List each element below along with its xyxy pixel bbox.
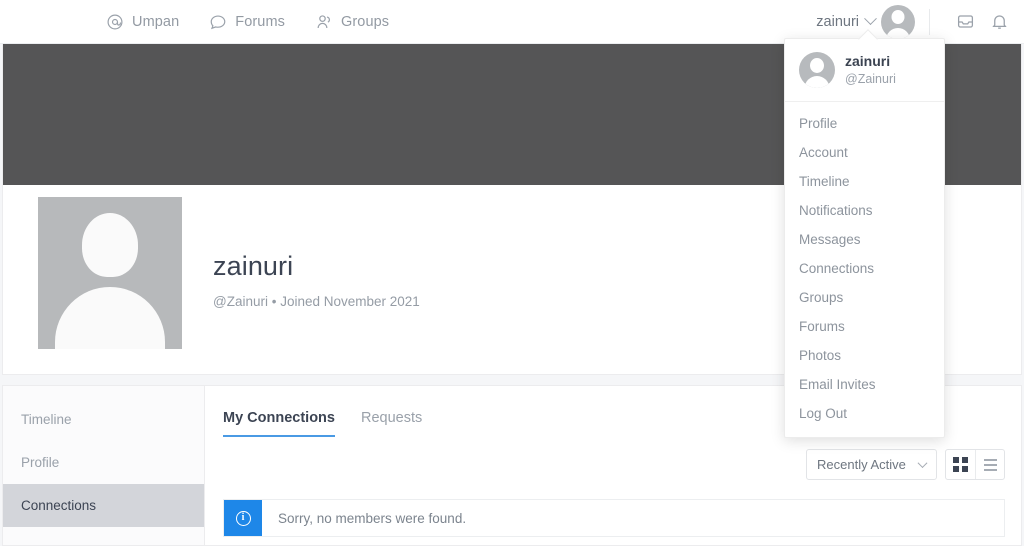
empty-state-message: Sorry, no members were found. <box>278 510 467 526</box>
sort-select-value: Recently Active <box>817 457 906 472</box>
dropdown-item-photos[interactable]: Photos <box>785 341 944 370</box>
avatar-body <box>804 76 830 88</box>
user-dropdown-menu: zainuri @Zainuri Profile Account Timelin… <box>784 29 945 438</box>
nav-divider <box>929 8 930 35</box>
list-icon <box>983 458 997 471</box>
profile-sidebar-nav: Timeline Profile Connections <box>3 386 205 545</box>
sidebar-item-timeline[interactable]: Timeline <box>3 398 204 441</box>
dropdown-item-notifications[interactable]: Notifications <box>785 196 944 225</box>
dropdown-header[interactable]: zainuri @Zainuri <box>785 39 944 102</box>
grid-icon <box>953 457 968 472</box>
profile-subtitle: @Zainuri • Joined November 2021 <box>213 294 420 309</box>
nav-item-groups[interactable]: Groups <box>315 13 389 31</box>
avatar[interactable] <box>881 4 915 39</box>
dropdown-item-groups[interactable]: Groups <box>785 283 944 312</box>
avatar-body <box>55 287 165 349</box>
tab-requests[interactable]: Requests <box>361 410 422 437</box>
info-icon: i <box>224 500 262 536</box>
avatar-head <box>810 58 824 73</box>
dropdown-item-timeline[interactable]: Timeline <box>785 167 944 196</box>
list-view-button[interactable] <box>975 450 1004 479</box>
page-root: Umpan Forums Groups zainuri zainuri @Zai… <box>0 0 1024 546</box>
dropdown-item-log-out[interactable]: Log Out <box>785 399 944 428</box>
avatar-body <box>886 27 910 39</box>
view-toggle-group <box>945 449 1005 480</box>
primary-nav: Umpan Forums Groups <box>106 13 389 31</box>
dropdown-item-email-invites[interactable]: Email Invites <box>785 370 944 399</box>
chevron-down-icon <box>917 458 928 469</box>
inbox-icon[interactable] <box>952 9 978 35</box>
nav-item-label: Umpan <box>132 13 180 30</box>
user-menu-username: zainuri <box>816 13 859 30</box>
chevron-down-icon <box>864 12 877 26</box>
sidebar-item-profile[interactable]: Profile <box>3 441 204 484</box>
nav-item-umpan[interactable]: Umpan <box>106 13 179 31</box>
nav-item-label: Groups <box>341 13 390 30</box>
page-title: zainuri <box>213 251 294 281</box>
nav-item-label: Forums <box>235 13 285 30</box>
nav-item-forums[interactable]: Forums <box>209 13 285 31</box>
bell-icon[interactable] <box>986 9 1012 35</box>
profile-avatar[interactable] <box>33 192 187 354</box>
people-icon <box>315 13 333 31</box>
user-menu-trigger[interactable]: zainuri <box>816 12 881 30</box>
sidebar-item-connections[interactable]: Connections <box>3 484 204 527</box>
dropdown-username: zainuri <box>845 53 891 70</box>
at-circle-icon <box>106 13 124 31</box>
grid-view-button[interactable] <box>946 450 975 479</box>
avatar-head <box>891 9 905 24</box>
avatar <box>799 52 835 88</box>
dropdown-handle: @Zainuri <box>845 72 896 86</box>
dropdown-items: Profile Account Timeline Notifications M… <box>785 102 944 437</box>
nav-right-cluster: zainuri <box>816 0 1024 44</box>
dropdown-item-profile[interactable]: Profile <box>785 109 944 138</box>
sort-select[interactable]: Recently Active <box>806 449 937 480</box>
dropdown-item-account[interactable]: Account <box>785 138 944 167</box>
info-icon-symbol: i <box>235 510 251 526</box>
avatar-head <box>82 213 138 277</box>
profile-meta: zainuri @Zainuri • Joined November 2021 <box>213 251 420 309</box>
dropdown-item-forums[interactable]: Forums <box>785 312 944 341</box>
list-toolbar: Recently Active <box>806 449 1005 480</box>
chat-bubble-icon <box>209 13 227 31</box>
dropdown-item-connections[interactable]: Connections <box>785 254 944 283</box>
tab-my-connections[interactable]: My Connections <box>223 410 335 437</box>
dropdown-item-messages[interactable]: Messages <box>785 225 944 254</box>
empty-state-notice: i Sorry, no members were found. <box>223 499 1005 537</box>
dropdown-identity: zainuri @Zainuri <box>845 52 896 88</box>
profile-avatar-image <box>38 197 182 349</box>
